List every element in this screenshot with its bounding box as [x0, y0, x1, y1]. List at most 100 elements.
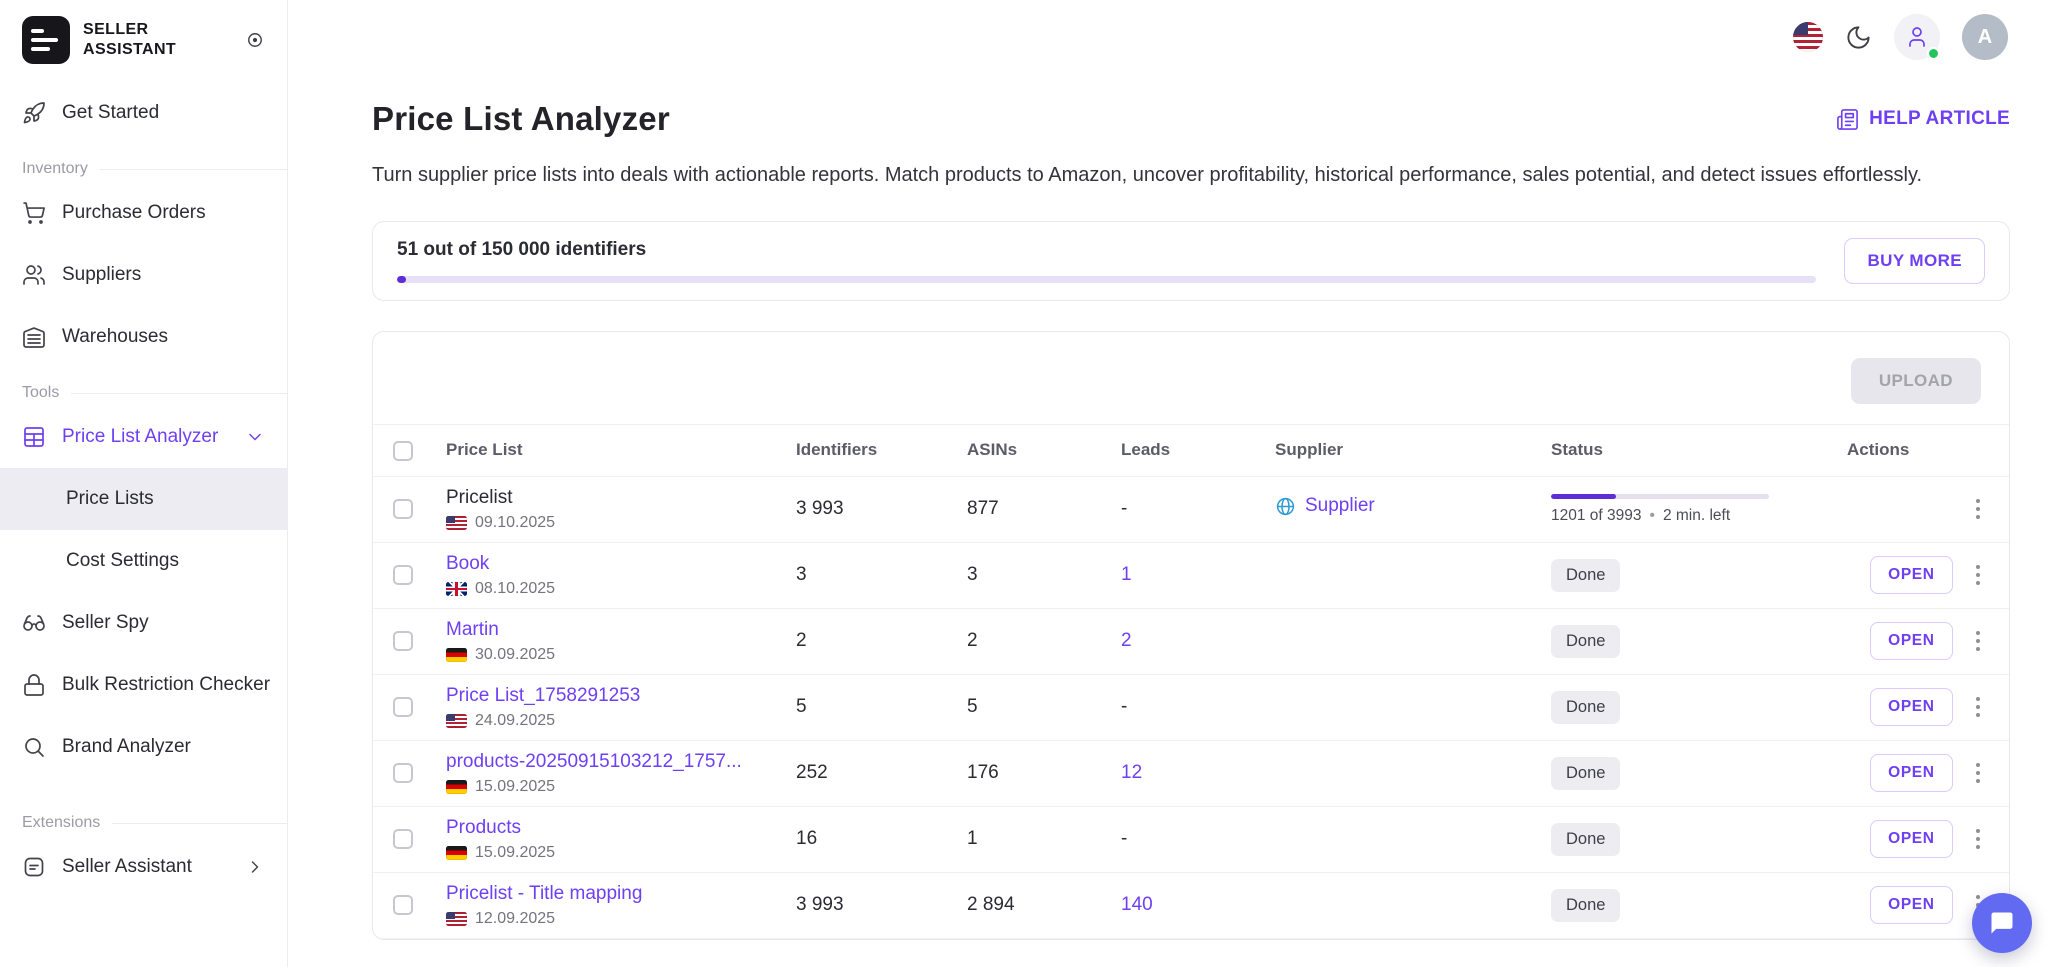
- sidebar-item-cost-settings[interactable]: Cost Settings: [0, 530, 287, 592]
- table-row: Book 08.10.2025 3 3 1 Done: [373, 542, 2009, 608]
- avatar[interactable]: A: [1962, 14, 2008, 60]
- pricelist-date: 30.09.2025: [475, 646, 555, 664]
- table-row: Pricelist - Title mapping 12.09.2025 3 9…: [373, 872, 2009, 938]
- table-row: Price List_1758291253 24.09.2025 5 5 - D…: [373, 674, 2009, 740]
- sidebar-item-bulk-restriction-checker[interactable]: Bulk Restriction Checker: [0, 654, 287, 716]
- country-flag-icon: [446, 846, 467, 860]
- sidebar-item-price-list-analyzer[interactable]: Price List Analyzer: [0, 406, 287, 468]
- row-checkbox[interactable]: [393, 499, 413, 519]
- row-checkbox[interactable]: [393, 697, 413, 717]
- chat-widget-button[interactable]: [1972, 893, 2032, 953]
- row-menu-button[interactable]: [1971, 494, 1986, 525]
- section-label: Tools: [22, 384, 59, 402]
- row-menu-button[interactable]: [1971, 692, 1986, 723]
- row-checkbox[interactable]: [393, 895, 413, 915]
- row-checkbox[interactable]: [393, 763, 413, 783]
- pricelist-meta: 15.09.2025: [446, 844, 776, 862]
- price-lists-card: UPLOAD Price List Identifiers ASINs Le: [372, 331, 2010, 940]
- help-article-link[interactable]: HELP ARTICLE: [1836, 108, 2010, 131]
- sidebar-item-label: Get Started: [62, 102, 159, 124]
- pricelist-name-link[interactable]: products-20250915103212_1757...: [446, 751, 742, 772]
- sidebar-item-label: Bulk Restriction Checker: [62, 674, 270, 696]
- sidebar-item-seller-assistant-extension[interactable]: Seller Assistant: [0, 836, 287, 898]
- quota-label: 51 out of 150 000 identifiers: [397, 239, 1816, 261]
- supplier-label: Supplier: [1305, 495, 1375, 517]
- asins-count: 176: [957, 740, 1111, 806]
- sidebar-collapse-button[interactable]: [245, 30, 265, 50]
- country-flag-icon: [446, 582, 467, 596]
- help-article-label: HELP ARTICLE: [1869, 108, 2010, 130]
- identifiers-count: 2: [786, 608, 957, 674]
- moon-icon: [1845, 24, 1872, 51]
- sidebar-item-label: Warehouses: [62, 326, 168, 348]
- app-logo: [22, 16, 70, 64]
- identifiers-quota-card: 51 out of 150 000 identifiers BUY MORE: [372, 221, 2010, 301]
- pricelist-name-link[interactable]: Pricelist - Title mapping: [446, 883, 642, 904]
- sidebar-item-purchase-orders[interactable]: Purchase Orders: [0, 182, 287, 244]
- sidebar-item-seller-spy[interactable]: Seller Spy: [0, 592, 287, 654]
- pricelist-name-link[interactable]: Products: [446, 817, 521, 838]
- open-button[interactable]: OPEN: [1870, 622, 1952, 660]
- sidebar-item-brand-analyzer[interactable]: Brand Analyzer: [0, 716, 287, 778]
- language-flag-button[interactable]: [1793, 22, 1823, 52]
- leads-count: -: [1111, 476, 1265, 542]
- asins-count: 2: [957, 608, 1111, 674]
- open-button[interactable]: OPEN: [1870, 688, 1952, 726]
- row-checkbox[interactable]: [393, 829, 413, 849]
- pricelist-date: 15.09.2025: [475, 844, 555, 862]
- upload-button[interactable]: UPLOAD: [1851, 358, 1981, 404]
- col-header-asins: ASINs: [957, 425, 1111, 477]
- row-checkbox[interactable]: [393, 631, 413, 651]
- processing-progress-track: [1551, 494, 1769, 499]
- row-menu-button[interactable]: [1971, 626, 1986, 657]
- asins-count: 3: [957, 542, 1111, 608]
- supplier-link[interactable]: Supplier: [1275, 495, 1375, 517]
- pricelist-meta: 24.09.2025: [446, 712, 776, 730]
- pricelist-meta: 09.10.2025: [446, 514, 776, 532]
- open-button[interactable]: OPEN: [1870, 820, 1952, 858]
- country-flag-icon: [446, 516, 467, 530]
- extension-icon: [22, 855, 46, 879]
- row-menu-button[interactable]: [1971, 560, 1986, 591]
- open-button[interactable]: OPEN: [1870, 556, 1952, 594]
- pricelist-date: 09.10.2025: [475, 514, 555, 532]
- leads-link[interactable]: 1: [1121, 564, 1132, 585]
- identifiers-count: 3 993: [786, 872, 957, 938]
- chat-icon: [1988, 909, 2016, 937]
- quota-progress-fill: [397, 276, 406, 283]
- cart-icon: [22, 201, 46, 225]
- pricelist-name-link[interactable]: Martin: [446, 619, 499, 640]
- users-icon: [22, 263, 46, 287]
- account-button[interactable]: [1894, 14, 1940, 60]
- page-title: Price List Analyzer: [372, 100, 670, 138]
- row-menu-button[interactable]: [1971, 824, 1986, 855]
- pricelist-name-link[interactable]: Price List_1758291253: [446, 685, 640, 706]
- row-menu-button[interactable]: [1971, 758, 1986, 789]
- sidebar-item-warehouses[interactable]: Warehouses: [0, 306, 287, 368]
- leads-link[interactable]: 12: [1121, 762, 1142, 783]
- table-row: Pricelist 09.10.2025 3 993 877 -: [373, 476, 2009, 542]
- leads-link[interactable]: 140: [1121, 894, 1153, 915]
- sidebar-item-label: Price List Analyzer: [62, 426, 218, 448]
- select-all-checkbox[interactable]: [393, 441, 413, 461]
- pricelist-name-link[interactable]: Book: [446, 553, 489, 574]
- search-icon: [22, 735, 46, 759]
- row-checkbox[interactable]: [393, 565, 413, 585]
- brand-line2: ASSISTANT: [83, 40, 176, 60]
- country-flag-icon: [446, 714, 467, 728]
- table-row: products-20250915103212_1757... 15.09.20…: [373, 740, 2009, 806]
- buy-more-button[interactable]: BUY MORE: [1844, 238, 1985, 284]
- sidebar-item-price-lists[interactable]: Price Lists: [0, 468, 287, 530]
- sidebar-item-suppliers[interactable]: Suppliers: [0, 244, 287, 306]
- leads-link[interactable]: 2: [1121, 630, 1132, 651]
- country-flag-icon: [446, 912, 467, 926]
- identifiers-count: 3: [786, 542, 957, 608]
- globe-icon: [1275, 496, 1296, 517]
- sidebar-item-get-started[interactable]: Get Started: [0, 82, 287, 144]
- open-button[interactable]: OPEN: [1870, 754, 1952, 792]
- sidebar-subitem-label: Price Lists: [66, 488, 154, 510]
- main-area: A Price List Analyzer HELP ARTICLE Turn …: [288, 0, 2048, 967]
- dark-mode-toggle[interactable]: [1845, 24, 1872, 51]
- open-button[interactable]: OPEN: [1870, 886, 1952, 924]
- sidebar-section-extensions: Extensions: [0, 814, 287, 832]
